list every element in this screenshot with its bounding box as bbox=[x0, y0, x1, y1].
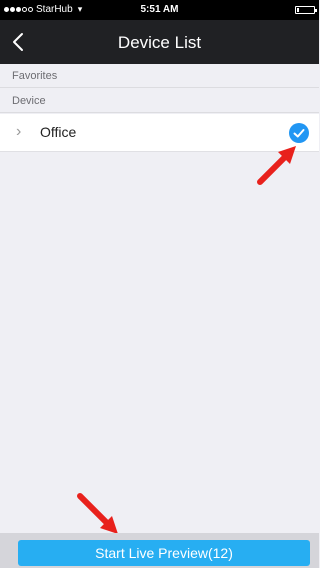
bottom-bar: Start Live Preview(12) bbox=[0, 533, 319, 568]
section-device: Device bbox=[0, 89, 319, 113]
device-name: Office bbox=[40, 124, 77, 140]
battery-icon bbox=[295, 6, 317, 14]
annotation-arrow-icon bbox=[257, 146, 296, 185]
start-live-preview-button[interactable]: Start Live Preview(12) bbox=[18, 540, 310, 566]
nav-bar: Device List bbox=[0, 20, 319, 64]
section-favorites[interactable]: Favorites bbox=[0, 64, 319, 88]
page-title: Device List bbox=[117, 33, 202, 52]
chevron-right-icon[interactable]: › bbox=[16, 123, 21, 141]
status-bar: StarHub ▾ 5:51 AM bbox=[0, 0, 319, 20]
section-device-label: Device bbox=[12, 95, 46, 107]
section-favorites-label: Favorites bbox=[12, 70, 58, 82]
status-time: 5:51 AM bbox=[140, 4, 179, 15]
